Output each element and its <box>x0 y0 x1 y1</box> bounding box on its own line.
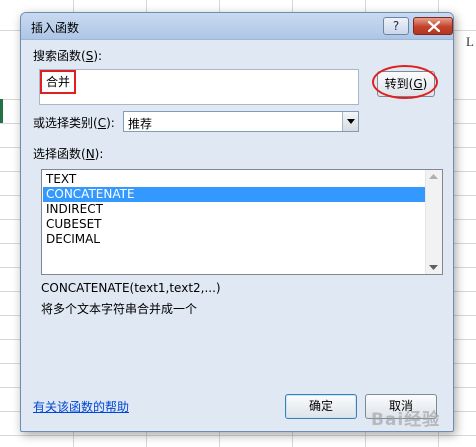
scroll-down-icon[interactable] <box>429 265 438 270</box>
function-list-item[interactable]: DECIMAL <box>43 232 425 247</box>
function-list-item[interactable]: TEXT <box>43 172 425 187</box>
function-list-item[interactable]: CUBESET <box>43 217 425 232</box>
function-listbox[interactable]: TEXT CONCATENATE INDIRECT CUBESET DECIMA… <box>41 169 443 275</box>
search-label: 搜索函数(S): <box>33 49 103 63</box>
close-icon <box>428 21 440 32</box>
close-button[interactable] <box>413 17 453 35</box>
function-list-item[interactable]: INDIRECT <box>43 202 425 217</box>
chevron-down-icon <box>347 119 355 124</box>
list-scrollbar[interactable] <box>425 170 442 274</box>
watermark-logo: Bai经验 <box>371 410 441 430</box>
function-list-label: 选择函数(N): <box>33 147 104 161</box>
column-header-letter: L <box>466 34 474 49</box>
dialog-titlebar[interactable]: 插入函数 ? <box>21 13 453 40</box>
search-input-value: 合并 <box>40 70 77 94</box>
annotation-circle <box>372 65 438 99</box>
function-signature: CONCATENATE(text1,text2,...) <box>41 281 221 295</box>
function-description: 将多个文本字符串合并成一个 <box>41 302 198 316</box>
scroll-up-icon[interactable] <box>429 174 438 179</box>
category-select-value: 推荐 <box>128 117 153 131</box>
category-select[interactable]: 推荐 <box>123 111 359 132</box>
function-list-item-selected[interactable]: CONCATENATE <box>43 187 425 202</box>
category-label: 或选择类别(C): <box>33 116 115 130</box>
help-button[interactable]: ? <box>383 17 409 35</box>
insert-function-dialog: 插入函数 ? 搜索函数(S): 合并 转到(G) 或选择类别(C): 推荐 选择… <box>20 12 454 432</box>
dropdown-button[interactable] <box>342 112 358 131</box>
function-help-link[interactable]: 有关该函数的帮助 <box>33 398 129 415</box>
dialog-title: 插入函数 <box>31 21 80 35</box>
question-icon: ? <box>392 19 400 33</box>
ok-button[interactable]: 确定 <box>285 394 357 419</box>
search-input[interactable]: 合并 <box>39 69 359 105</box>
grid-line <box>0 435 476 436</box>
selected-cell-edge <box>0 99 3 123</box>
